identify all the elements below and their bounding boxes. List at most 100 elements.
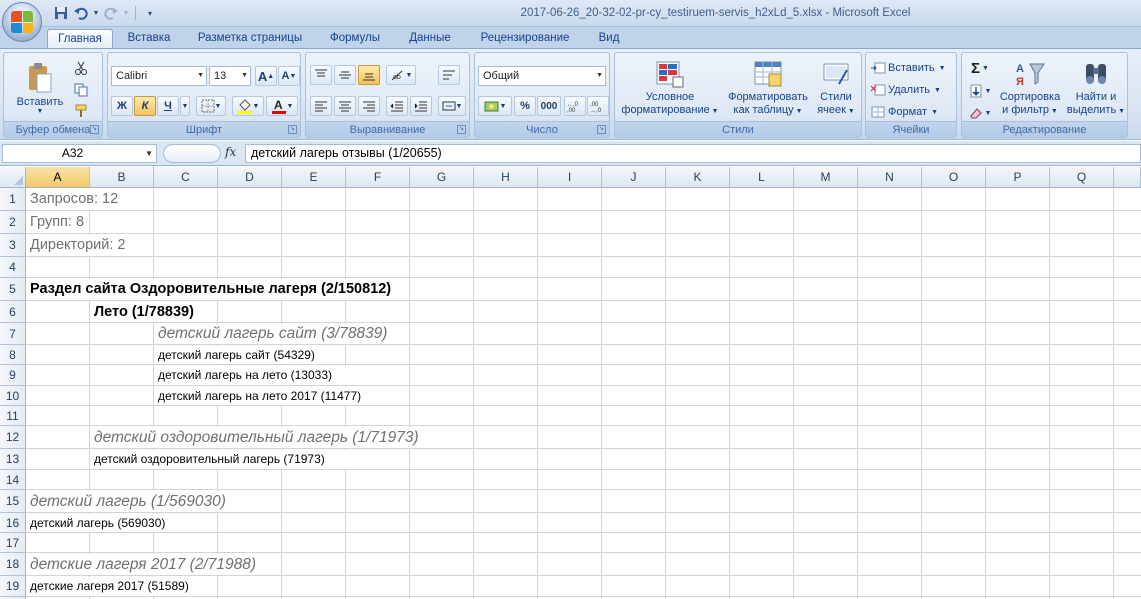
- row-header-8[interactable]: 8: [0, 345, 26, 365]
- tab-insert[interactable]: Вставка: [119, 29, 179, 49]
- cell-A16[interactable]: детский лагерь (569030): [27, 514, 197, 532]
- column-header-K[interactable]: K: [666, 167, 730, 188]
- column-header-C[interactable]: C: [154, 167, 218, 188]
- shrink-font-button[interactable]: A ▼: [278, 66, 300, 86]
- column-header-E[interactable]: E: [282, 167, 346, 188]
- column-header-G[interactable]: G: [410, 167, 474, 188]
- column-header-O[interactable]: O: [922, 167, 986, 188]
- underline-button[interactable]: Ч: [157, 96, 179, 116]
- tab-formulas[interactable]: Формулы: [322, 29, 388, 49]
- dialog-launcher-icon[interactable]: ↘: [90, 125, 99, 134]
- clear-icon[interactable]: ▼: [966, 103, 994, 123]
- cell-B12[interactable]: детский оздоровительный лагерь (1/71973): [91, 427, 431, 448]
- decrease-indent-icon[interactable]: [386, 96, 408, 116]
- row-header-13[interactable]: 13: [0, 449, 26, 470]
- cell-A1[interactable]: Запросов: 12: [27, 189, 152, 210]
- comma-style-button[interactable]: 000: [537, 96, 561, 116]
- name-box[interactable]: A32 ▼: [2, 144, 157, 163]
- cell-A18[interactable]: детские лагеря 2017 (2/71988): [27, 554, 277, 575]
- fill-color-button[interactable]: ▼: [232, 96, 264, 116]
- align-bottom-icon[interactable]: [358, 65, 380, 85]
- row-header-16[interactable]: 16: [0, 513, 26, 533]
- row-header-12[interactable]: 12: [0, 426, 26, 449]
- cut-icon[interactable]: [70, 59, 92, 77]
- column-header-M[interactable]: M: [794, 167, 858, 188]
- row-header-2[interactable]: 2: [0, 211, 26, 234]
- merge-center-icon[interactable]: ▼: [438, 96, 466, 116]
- cell-A3[interactable]: Директорий: 2: [27, 235, 152, 256]
- align-right-icon[interactable]: [358, 96, 380, 116]
- row-header-18[interactable]: 18: [0, 553, 26, 576]
- row-header-9[interactable]: 9: [0, 365, 26, 386]
- delete-cells-button[interactable]: Удалить ▼: [870, 81, 954, 99]
- column-header-J[interactable]: J: [602, 167, 666, 188]
- cell-C8[interactable]: детский лагерь сайт (54329): [155, 346, 341, 364]
- align-middle-icon[interactable]: [334, 65, 356, 85]
- column-header-Q[interactable]: Q: [1050, 167, 1114, 188]
- tab-page-layout[interactable]: Разметка страницы: [190, 29, 310, 49]
- row-header-14[interactable]: 14: [0, 470, 26, 490]
- cell-B6[interactable]: Лето (1/78839): [91, 302, 216, 322]
- tab-view[interactable]: Вид: [590, 29, 628, 49]
- column-header-A[interactable]: A: [26, 167, 90, 188]
- orientation-icon[interactable]: ab ▼: [386, 65, 416, 85]
- align-left-icon[interactable]: [310, 96, 332, 116]
- underline-dropdown-icon[interactable]: ▼: [180, 96, 190, 116]
- row-header-7[interactable]: 7: [0, 323, 26, 345]
- currency-format-icon[interactable]: ▼: [478, 96, 512, 116]
- row-header-5[interactable]: 5: [0, 278, 26, 301]
- cell-A5[interactable]: Раздел сайта Оздоровительные лагеря (2/1…: [27, 279, 407, 300]
- row-header-19[interactable]: 19: [0, 576, 26, 597]
- cell-C10[interactable]: детский лагерь на лето 2017 (11477): [155, 387, 405, 405]
- column-header-partial[interactable]: [1114, 167, 1141, 188]
- font-size-combo[interactable]: 13 ▼: [209, 66, 251, 86]
- row-header-11[interactable]: 11: [0, 406, 26, 426]
- dialog-launcher-icon[interactable]: ↘: [597, 125, 606, 134]
- copy-icon[interactable]: [70, 81, 92, 99]
- find-select-button[interactable]: Найти и выделить ▼: [1066, 57, 1126, 121]
- percent-style-button[interactable]: %: [514, 96, 536, 116]
- row-header-17[interactable]: 17: [0, 533, 26, 553]
- cell-B13[interactable]: детский оздоровительный лагерь (71973): [91, 450, 361, 469]
- format-painter-icon[interactable]: [70, 102, 92, 120]
- increase-decimal-icon[interactable]: ←,0,00: [564, 96, 586, 116]
- row-header-3[interactable]: 3: [0, 234, 26, 257]
- row-header-6[interactable]: 6: [0, 301, 26, 323]
- dialog-launcher-icon[interactable]: ↘: [288, 125, 297, 134]
- paste-button[interactable]: Вставить ▼: [12, 57, 68, 119]
- increase-indent-icon[interactable]: [410, 96, 432, 116]
- column-header-B[interactable]: B: [90, 167, 154, 188]
- font-name-combo[interactable]: Calibri ▼: [111, 66, 207, 86]
- name-box-dropdown-icon[interactable]: ▼: [145, 145, 153, 162]
- grow-font-button[interactable]: A ▲: [255, 66, 277, 86]
- insert-function-button[interactable]: fx: [225, 145, 236, 159]
- column-header-F[interactable]: F: [346, 167, 410, 188]
- italic-button[interactable]: К: [134, 96, 156, 116]
- autosum-icon[interactable]: Σ ▼: [966, 58, 994, 78]
- column-header-D[interactable]: D: [218, 167, 282, 188]
- wrap-text-icon[interactable]: [438, 65, 460, 85]
- column-header-N[interactable]: N: [858, 167, 922, 188]
- row-header-10[interactable]: 10: [0, 386, 26, 406]
- font-color-button[interactable]: A ▼: [266, 96, 298, 116]
- tab-data[interactable]: Данные: [398, 29, 462, 49]
- dialog-launcher-icon[interactable]: ↘: [457, 125, 466, 134]
- column-header-P[interactable]: P: [986, 167, 1050, 188]
- row-header-4[interactable]: 4: [0, 257, 26, 278]
- number-format-combo[interactable]: Общий ▼: [478, 66, 606, 86]
- cell-A15[interactable]: детский лагерь (1/569030): [27, 491, 237, 512]
- formula-input[interactable]: детский лагерь отзывы (1/20655): [245, 144, 1141, 163]
- row-header-15[interactable]: 15: [0, 490, 26, 513]
- cell-C9[interactable]: детский лагерь на лето (13033): [155, 366, 355, 385]
- conditional-formatting-button[interactable]: Условное форматирование ▼: [619, 57, 721, 121]
- fill-icon[interactable]: ▼: [966, 81, 994, 101]
- bold-button[interactable]: Ж: [111, 96, 133, 116]
- insert-cells-button[interactable]: Вставить ▼: [870, 59, 954, 77]
- column-header-I[interactable]: I: [538, 167, 602, 188]
- align-center-icon[interactable]: [334, 96, 356, 116]
- sort-filter-button[interactable]: АЯ Сортировка и фильтр ▼: [996, 57, 1064, 121]
- column-header-H[interactable]: H: [474, 167, 538, 188]
- cell-A19[interactable]: детские лагеря 2017 (51589): [27, 577, 207, 596]
- cell-A2[interactable]: Групп: 8: [27, 212, 89, 233]
- align-top-icon[interactable]: [310, 65, 332, 85]
